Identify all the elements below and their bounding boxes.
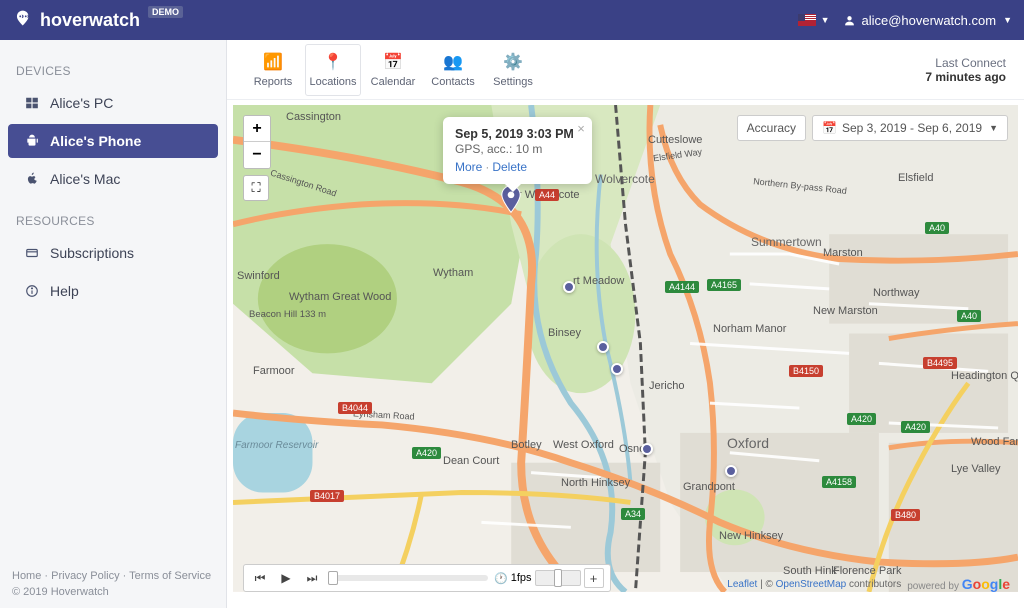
fps-handle[interactable] (554, 569, 562, 587)
google-logo: Google (962, 576, 1010, 592)
brand-name: hoverwatch (40, 10, 140, 31)
last-connect: Last Connect 7 minutes ago (925, 56, 1006, 84)
chevron-down-icon: ▼ (1003, 15, 1012, 25)
tab-locations[interactable]: 📍 Locations (305, 44, 361, 96)
sidebar-section-resources: RESOURCES (0, 208, 226, 234)
play-button[interactable]: ▶ (276, 568, 296, 588)
tab-settings[interactable]: ⚙️ Settings (485, 44, 541, 96)
fps-label: 1fps (511, 572, 532, 584)
tab-label: Settings (493, 76, 533, 88)
rewind-button[interactable]: ⏮ (250, 568, 270, 588)
sidebar-item-label: Alice's Phone (50, 133, 141, 149)
user-email: alice@hoverwatch.com (861, 13, 996, 28)
playback-handle[interactable] (328, 571, 338, 585)
tab-label: Locations (309, 76, 356, 88)
tab-label: Contacts (431, 76, 474, 88)
brand-logo[interactable]: hoverwatch DEMO (12, 9, 183, 31)
footer-terms-link[interactable]: Terms of Service (129, 570, 211, 582)
sidebar-item-subscriptions[interactable]: Subscriptions (8, 236, 218, 270)
tab-label: Reports (254, 76, 293, 88)
tab-contacts[interactable]: 👥 Contacts (425, 44, 481, 96)
last-connect-label: Last Connect (925, 56, 1006, 70)
copyright: © 2019 Hoverwatch (12, 586, 214, 598)
popup-more-link[interactable]: More (455, 160, 482, 174)
fullscreen-button[interactable]: ⛶ (243, 175, 269, 201)
sidebar-item-label: Subscriptions (50, 245, 134, 261)
app-header: hoverwatch DEMO ▼ alice@hoverwatch.com ▼ (0, 0, 1024, 40)
info-icon (24, 283, 40, 299)
windows-icon (24, 95, 40, 111)
demo-badge: DEMO (148, 6, 183, 18)
location-dot[interactable] (641, 443, 653, 455)
date-range-text: Sep 3, 2019 - Sep 6, 2019 (842, 121, 982, 135)
location-dot[interactable] (725, 465, 737, 477)
bar-chart-icon: 📶 (263, 52, 283, 72)
footer-privacy-link[interactable]: Privacy Policy (51, 570, 119, 582)
sidebar-item-label: Alice's PC (50, 95, 113, 111)
contacts-icon: 👥 (443, 52, 463, 72)
last-connect-value: 7 minutes ago (925, 70, 1006, 84)
location-dot[interactable] (597, 341, 609, 353)
location-dot[interactable] (563, 281, 575, 293)
map-background (233, 105, 1018, 592)
tab-label: Calendar (371, 76, 416, 88)
sidebar-item-pc[interactable]: Alice's PC (8, 86, 218, 120)
sidebar-item-mac[interactable]: Alice's Mac (8, 162, 218, 196)
calendar-icon: 📅 (383, 52, 403, 72)
accuracy-button[interactable]: Accuracy (737, 115, 806, 141)
sidebar-item-label: Alice's Mac (50, 171, 120, 187)
owl-icon (12, 9, 34, 31)
android-icon (24, 133, 40, 149)
osm-link[interactable]: OpenStreetMap (776, 579, 847, 590)
tab-calendar[interactable]: 📅 Calendar (365, 44, 421, 96)
language-selector[interactable]: ▼ (798, 14, 830, 26)
flag-us-icon (798, 14, 816, 26)
chevron-down-icon: ▼ (989, 123, 998, 133)
sidebar: DEVICES Alice's PC Alice's Phone Alice's… (0, 40, 227, 608)
clock-icon: 🕐 (494, 572, 508, 585)
location-pin-icon: 📍 (323, 52, 343, 72)
leaflet-link[interactable]: Leaflet (727, 579, 757, 590)
tab-reports[interactable]: 📶 Reports (245, 44, 301, 96)
gear-icon: ⚙️ (503, 52, 523, 72)
map[interactable]: Cassington Cutteslowe Elsfield Wolvercot… (233, 105, 1018, 600)
add-button[interactable]: + (584, 568, 604, 588)
sidebar-item-label: Help (50, 283, 79, 299)
close-icon[interactable]: × (577, 121, 585, 136)
popup-accuracy: GPS, acc.: 10 m (455, 142, 574, 156)
user-menu[interactable]: alice@hoverwatch.com ▼ (843, 13, 1012, 28)
sidebar-section-devices: DEVICES (0, 58, 226, 84)
zoom-out-button[interactable]: − (244, 142, 270, 168)
popup-delete-link[interactable]: Delete (492, 160, 527, 174)
sidebar-item-help[interactable]: Help (8, 274, 218, 308)
popup-timestamp: Sep 5, 2019 3:03 PM (455, 127, 574, 141)
fps-slider[interactable] (535, 570, 581, 586)
toolbar: 📶Reports 📍Locations 📅Calendar 👥Contacts … (227, 40, 1024, 100)
map-attribution: Leaflet | © OpenStreetMap contributors p… (727, 576, 1010, 592)
zoom-in-button[interactable]: + (244, 116, 270, 142)
forward-button[interactable]: ⏭ (302, 568, 322, 588)
calendar-icon: 📅 (822, 121, 837, 135)
zoom-controls: + − (243, 115, 271, 169)
apple-icon (24, 171, 40, 187)
chevron-down-icon: ▼ (821, 15, 830, 25)
footer-home-link[interactable]: Home (12, 570, 41, 582)
location-dot[interactable] (611, 363, 623, 375)
playback-bar: ⏮ ▶ ⏭ 🕐 1fps + (243, 564, 611, 592)
card-icon (24, 245, 40, 261)
sidebar-footer: Home · Privacy Policy · Terms of Service… (0, 560, 226, 608)
date-range-picker[interactable]: 📅 Sep 3, 2019 - Sep 6, 2019 ▼ (812, 115, 1008, 141)
playback-track[interactable] (328, 575, 488, 581)
sidebar-item-phone[interactable]: Alice's Phone (8, 124, 218, 158)
user-icon (843, 14, 856, 27)
location-popup: × Sep 5, 2019 3:03 PM GPS, acc.: 10 m Mo… (443, 117, 592, 184)
accuracy-label: Accuracy (747, 121, 796, 135)
